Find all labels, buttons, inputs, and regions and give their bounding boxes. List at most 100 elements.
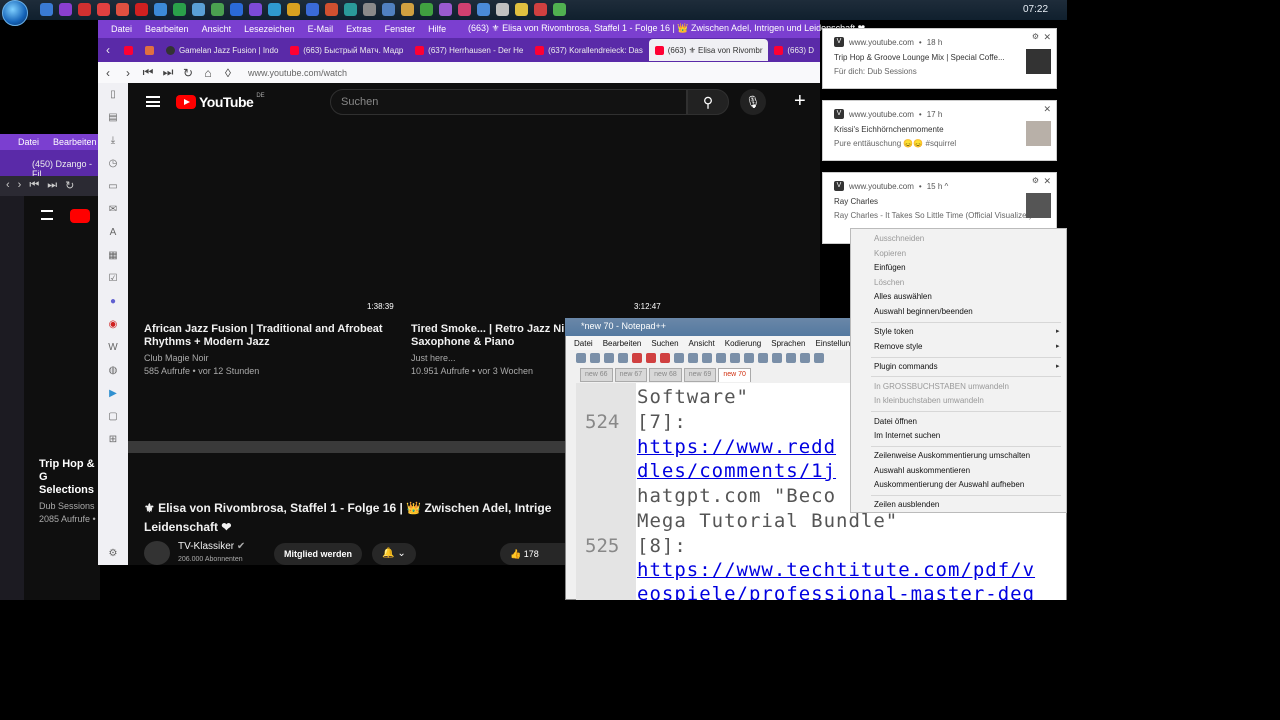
browser-tab[interactable]: Gamelan Jazz Fusion | Indo [160, 39, 284, 61]
close-icon[interactable]: ✕ [1043, 176, 1051, 187]
back-icon[interactable]: ‹ [6, 179, 10, 196]
file-tab[interactable]: new 66 [580, 368, 613, 382]
video-card[interactable]: African Jazz Fusion | Traditional and Af… [144, 323, 384, 378]
download-icon[interactable]: ⤓ [98, 129, 128, 152]
create-button[interactable]: + [794, 91, 806, 111]
close-icon[interactable]: ✕ [1043, 32, 1051, 43]
menu-item-open-file[interactable]: Datei öffnen [874, 417, 917, 426]
menu-item-uncomment[interactable]: Auskommentierung der Auswahl aufheben [874, 480, 1024, 489]
menu-item-select-all[interactable]: Alles auswählen [874, 292, 932, 301]
tab-scroll-left-icon[interactable]: ‹ [98, 43, 118, 57]
like-button[interactable]: 👍 178 [500, 543, 565, 565]
shield-icon[interactable]: ◊ [218, 66, 238, 80]
gear-icon[interactable]: ⚙ [1032, 32, 1039, 41]
app-icon[interactable] [363, 3, 376, 16]
menu-hilfe[interactable]: Hilfe [428, 24, 446, 34]
file-tab[interactable]: new 67 [614, 368, 648, 382]
app-icon[interactable] [154, 3, 167, 16]
menu-item-toggle-comment[interactable]: Zeilenweise Auskommentierung umschalten [874, 451, 1030, 460]
youtube-logo-icon[interactable] [70, 209, 90, 223]
close-icon[interactable]: ✕ [1043, 104, 1051, 115]
app-icon[interactable] [420, 3, 433, 16]
app-icon[interactable] [192, 3, 205, 16]
browser-tab[interactable]: (637) Herrhausen - Der He [409, 39, 529, 61]
reload-icon[interactable]: ↻ [178, 66, 198, 80]
wikipedia-icon[interactable]: W [98, 336, 128, 359]
app-icon[interactable] [325, 3, 338, 16]
reload-icon[interactable]: ↻ [65, 179, 74, 196]
menu-datei[interactable]: Datei [111, 24, 132, 34]
skip-forward-icon[interactable]: ⏭ [47, 179, 57, 196]
app-icon[interactable] [306, 3, 319, 16]
add-panel-icon[interactable]: ⊞ [98, 428, 128, 451]
toolbar-icon[interactable] [632, 353, 642, 363]
join-button[interactable]: Mitglied werden [274, 543, 362, 565]
notification-toast[interactable]: Vwww.youtube.com • 17 h ✕ Krissi's Eichhör… [822, 100, 1057, 161]
menu-email[interactable]: E-Mail [308, 24, 334, 34]
menu-icon[interactable] [146, 96, 160, 107]
app-icon[interactable] [515, 3, 528, 16]
browser-tab[interactable] [139, 39, 160, 61]
gear-icon[interactable]: ⚙ [1032, 176, 1039, 185]
back-icon[interactable]: ‹ [98, 66, 118, 80]
menu-ansicht[interactable]: Ansicht [202, 24, 232, 34]
app-icon[interactable] [439, 3, 452, 16]
toolbar-icon[interactable] [800, 353, 810, 363]
browser-tab[interactable]: (637) Korallendreieck: Das [529, 39, 649, 61]
menu-item[interactable]: Suchen [651, 339, 678, 348]
browser-tab-active[interactable]: (663) ⚜ Elisa von Rivombr [648, 39, 769, 61]
browser-tab[interactable]: (663) Быстрый Матч. Мадр [284, 39, 409, 61]
file-tab[interactable]: new 69 [683, 368, 717, 382]
menu-item-search-internet[interactable]: Im Internet suchen [874, 431, 940, 440]
file-tab-active[interactable]: new 70 [718, 368, 751, 382]
translate-icon[interactable]: A [98, 221, 128, 244]
toolbar-icon[interactable] [772, 353, 782, 363]
app-icon[interactable] [553, 3, 566, 16]
app-icon[interactable] [40, 3, 53, 16]
toolbar-icon[interactable] [674, 353, 684, 363]
reader-icon[interactable]: ▦ [98, 244, 128, 267]
app-icon[interactable] [268, 3, 281, 16]
menu-item-lowercase[interactable]: In kleinbuchstaben umwandeln [874, 396, 984, 405]
mail-icon[interactable]: ✉ [98, 198, 128, 221]
menu-item[interactable]: Kodierung [725, 339, 761, 348]
background-video-card[interactable]: Trip Hop & G Selections Dub Sessions 208… [39, 458, 99, 526]
forward-icon[interactable]: › [118, 66, 138, 80]
app-icon[interactable] [173, 3, 186, 16]
home-icon[interactable]: ⌂ [198, 66, 218, 80]
clock-icon[interactable]: ◷ [98, 152, 128, 175]
app-icon[interactable] [458, 3, 471, 16]
menu-icon[interactable] [41, 210, 53, 220]
menu-item-style-token[interactable]: Style token [874, 327, 914, 336]
file-tab[interactable]: new 68 [649, 368, 682, 382]
page-icon[interactable]: ▢ [98, 405, 128, 428]
player-progress-bar[interactable] [128, 441, 565, 453]
toolbar-icon[interactable] [688, 353, 698, 363]
menu-item-remove-style[interactable]: Remove style [874, 342, 922, 351]
app-icon[interactable] [249, 3, 262, 16]
app-icon[interactable] [344, 3, 357, 16]
menu-item[interactable]: Bearbeiten [53, 137, 97, 147]
media-icon[interactable]: ▶ [98, 382, 128, 405]
tasks-icon[interactable]: ☑ [98, 267, 128, 290]
toolbar-icon[interactable] [716, 353, 726, 363]
menu-item[interactable]: Sprachen [771, 339, 805, 348]
menu-item-copy[interactable]: Kopieren [874, 249, 906, 258]
toolbar-icon[interactable] [730, 353, 740, 363]
channel-name[interactable]: TV-Klassiker ✔ [178, 541, 245, 552]
start-button[interactable] [2, 0, 28, 26]
app-icon[interactable] [382, 3, 395, 16]
toolbar-icon[interactable] [618, 353, 628, 363]
system-clock[interactable]: 07:22 [1008, 0, 1063, 20]
toolbar-icon[interactable] [660, 353, 670, 363]
toolbar-icon[interactable] [744, 353, 754, 363]
toolbar-icon[interactable] [758, 353, 768, 363]
history-icon[interactable]: ▤ [98, 106, 128, 129]
menu-item-uppercase[interactable]: In GROSSBUCHSTABEN umwandeln [874, 382, 1009, 391]
toolbar-icon[interactable] [576, 353, 586, 363]
notes-icon[interactable]: ▭ [98, 175, 128, 198]
app-icon[interactable] [97, 3, 110, 16]
menu-fenster[interactable]: Fenster [385, 24, 416, 34]
web-icon[interactable]: ◍ [98, 359, 128, 382]
app-icon[interactable] [135, 3, 148, 16]
